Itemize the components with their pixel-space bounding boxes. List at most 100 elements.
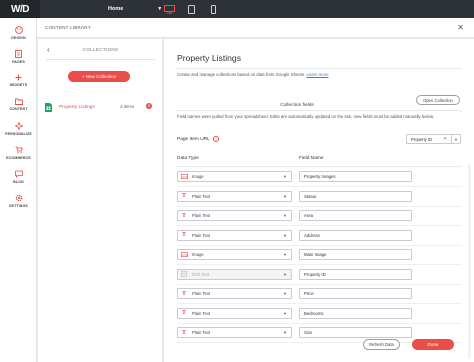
chevron-down-icon: ▼ [283, 291, 287, 296]
field-name-input[interactable]: Main Image [299, 249, 412, 260]
page-item-url-value: Property ID [411, 136, 433, 142]
divider [177, 110, 462, 111]
field-name-input[interactable]: Area [299, 210, 412, 221]
rail-item-design[interactable]: DESIGN [0, 26, 37, 40]
text-icon: T [181, 310, 186, 316]
data-type-select[interactable]: T Plain Text ▼ [177, 210, 292, 221]
rail-item-settings[interactable]: SETTINGS [0, 194, 37, 208]
field-row: Image ▼ Main Image [164, 249, 474, 267]
rail-item-content[interactable]: CONTENT [0, 98, 37, 111]
divider [177, 68, 462, 69]
desktop-icon [163, 4, 175, 13]
collection-description: Create and manage collections based on d… [177, 72, 329, 77]
desktop-view-button[interactable] [158, 0, 180, 18]
text-icon: T [181, 232, 186, 238]
data-type-label: Image [192, 252, 204, 257]
field-name-input[interactable]: Status [299, 190, 412, 202]
data-type-select[interactable]: T Plain Text ▼ [177, 190, 292, 202]
text-icon: T [181, 193, 186, 199]
learn-more-link[interactable]: Learn more [306, 72, 328, 77]
divider [177, 322, 462, 324]
divider [177, 283, 462, 285]
divider [177, 225, 462, 226]
chevron-down-icon: ▼ [283, 213, 287, 218]
data-type-select[interactable]: Image ▼ [177, 171, 292, 182]
data-type-label: Plain Text [192, 193, 211, 199]
rail-item-widgets[interactable]: WIDGETS [0, 74, 37, 87]
done-button[interactable]: Done [412, 339, 454, 350]
data-type-label: Plain Text [192, 310, 211, 316]
collections-title: COLLECTIONS [82, 47, 119, 52]
divider [177, 166, 462, 167]
content-library-header: CONTENT LIBRARY ✕ [37, 18, 474, 38]
data-type-select: Rich Text ▼ [177, 268, 292, 280]
rail-item-ecommerce[interactable]: ECOMMERCE [0, 146, 37, 160]
chevron-down-icon: ▼ [283, 271, 287, 277]
top-bar: W/D Home ▼ [0, 0, 474, 18]
field-row: T Plain Text ▼ Area [164, 210, 474, 228]
field-name-input[interactable]: Address [299, 229, 412, 241]
new-collection-button[interactable]: + New Collection [68, 71, 130, 82]
field-row: Image ▼ Property Images [164, 171, 474, 189]
chevron-down-icon: ▼ [283, 252, 287, 257]
data-type-select[interactable]: T Plain Text ▼ [177, 288, 292, 299]
rail-item-personalize[interactable]: PERSONALIZE [0, 122, 37, 136]
data-type-select[interactable]: Image ▼ [177, 249, 292, 260]
gear-icon [15, 194, 22, 202]
collection-item[interactable]: Property Listings 3 items ✕ [45, 101, 157, 113]
field-name-input[interactable]: Property Images [299, 171, 412, 182]
plus-icon [15, 74, 22, 81]
field-name-header: Field Name [299, 156, 324, 161]
field-name-input[interactable]: Bedrooms [299, 307, 412, 319]
field-name-input[interactable]: Price [299, 288, 412, 299]
field-row: T Plain Text ▼ Address [164, 229, 474, 248]
palette-icon [14, 26, 23, 34]
text-icon: T [181, 212, 186, 219]
field-name-input[interactable]: Property ID [299, 268, 412, 280]
delete-icon[interactable]: ✕ [146, 103, 152, 109]
field-row: T Plain Text ▼ Bedrooms [164, 307, 474, 326]
collections-panel: ‹ COLLECTIONS + New Collection Property … [38, 39, 163, 362]
field-name-input[interactable]: Size [299, 327, 412, 338]
folder-icon [14, 98, 23, 105]
collection-count: 3 items [120, 104, 135, 109]
image-icon [178, 174, 190, 179]
chevron-down-icon: ▼ [283, 193, 287, 199]
collection-fields-title: Collection fields [280, 103, 314, 108]
cart-icon [15, 146, 23, 154]
mobile-view-button[interactable] [202, 0, 224, 18]
page-title: Property Listings [177, 53, 242, 63]
chevron-down-icon: ▼ [454, 136, 458, 142]
data-type-label: Plain Text [192, 213, 211, 218]
close-icon[interactable]: ✕ [457, 23, 464, 32]
clear-icon[interactable]: ✕ [443, 136, 447, 142]
rail-item-blog[interactable]: BLOG [0, 170, 37, 184]
data-type-select[interactable]: T Plain Text ▼ [177, 229, 292, 241]
google-sheets-icon [45, 102, 52, 112]
mobile-icon [210, 4, 216, 14]
tablet-view-button[interactable] [180, 0, 202, 18]
left-rail: DESIGN PAGES WIDGETS CONTENT PERSONALIZE [0, 18, 37, 362]
chevron-down-icon: ▼ [283, 232, 287, 238]
scrollbar[interactable] [468, 164, 471, 359]
rail-item-pages[interactable]: PAGES [0, 50, 37, 64]
image-icon [178, 252, 190, 257]
pages-icon [15, 50, 22, 58]
refresh-data-button[interactable]: Refresh Data [363, 339, 400, 350]
data-type-label: Plain Text [192, 330, 211, 335]
collection-fields-description: Field names were pulled from your spread… [177, 114, 435, 119]
data-type-select[interactable]: T Plain Text ▼ [177, 327, 292, 338]
rich-text-icon [178, 271, 190, 277]
data-type-label: Plain Text [192, 232, 211, 238]
page-select[interactable]: Home ▼ [108, 0, 162, 18]
divider [177, 244, 462, 246]
logo: W/D [0, 0, 40, 18]
help-icon[interactable]: ? [212, 136, 219, 142]
personalize-icon [14, 122, 23, 130]
page-item-url-select[interactable]: Property ID ✕ ▼ [406, 134, 461, 144]
data-type-select[interactable]: T Plain Text ▼ [177, 307, 292, 319]
divider [177, 205, 462, 207]
chevron-down-icon: ▼ [283, 310, 287, 316]
field-row: Rich Text ▼ Property ID [164, 268, 474, 287]
page-item-url-label: Page Item URL ? [177, 136, 219, 142]
